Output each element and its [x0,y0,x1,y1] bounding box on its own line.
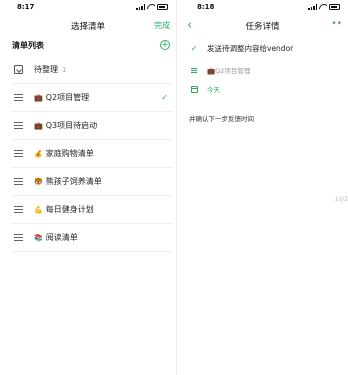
list-item[interactable]: 📚 阅读清单 [12,224,172,252]
signal-icon [136,4,145,10]
back-chevron-icon[interactable]: ‹ [187,19,192,32]
money-bag-icon: 💰 [34,149,43,158]
books-icon: 📚 [34,233,43,242]
inbox-icon [14,65,23,74]
nav-bar: 任务详情 [177,16,348,36]
tiger-face-icon: 🐯 [34,177,43,186]
list-item[interactable]: 💼 Q3项目待启动 [12,112,172,140]
briefcase-icon: 💼 [34,93,43,102]
task-title[interactable]: 发送待调整内容给vendor [207,43,293,54]
status-time: 8:18 [197,3,215,11]
system-icons [136,4,168,10]
task-title-row[interactable]: ✓ 发送待调整内容给vendor [189,43,342,54]
status-time: 8:17 [17,3,35,11]
signal-icon [308,4,317,10]
list-item-label: 阅读清单 [45,233,78,242]
list-chooser-screen: 8:17 选择清单 完成 清单列表 + 待整理 1 💼 Q2项目管理 ✓ 💼 Q… [0,0,176,375]
section-header: 清单列表 [12,41,44,50]
list-item-label: 家庭购物清单 [45,149,94,158]
task-list-row[interactable]: 💼Q2项目管理 [189,65,342,75]
menu-icon [14,94,23,101]
menu-icon [14,122,23,129]
nav-bar: 选择清单 完成 [0,16,176,36]
notes-char-count: 10/2 [334,196,348,203]
wifi-icon [147,4,155,10]
task-check-icon[interactable]: ✓ [191,44,198,53]
add-list-button[interactable]: + [160,40,170,50]
calendar-icon [190,85,198,93]
list-item-label: Q2项目管理 [45,93,90,102]
briefcase-icon: 💼 [34,121,43,130]
plus-icon: + [161,40,169,50]
list-item-inbox[interactable]: 待整理 1 [12,56,172,84]
list-item[interactable]: 💰 家庭购物清单 [12,140,172,168]
list-item-label: Q3项目待启动 [45,121,98,130]
list-item[interactable]: 💼 Q2项目管理 ✓ [12,84,172,112]
list-item-label: 每日健身计划 [45,205,94,214]
task-date-row[interactable]: 今天 [189,84,342,94]
list-icon [191,67,197,73]
status-bar: 8:17 [0,0,176,16]
battery-icon [329,4,340,10]
system-icons [308,4,340,10]
check-icon: ✓ [161,93,168,102]
task-detail-screen: 8:18 任务详情 ‹ •• ✓ 发送待调整内容给vendor 💼Q2项目管理 … [176,0,348,375]
flexed-arm-icon: 💪 [34,205,43,214]
menu-icon [14,234,23,241]
menu-icon [14,178,23,185]
list-item[interactable]: 🐯 熊孩子饲养清单 [12,168,172,196]
list-item-count: 1 [62,65,67,74]
menu-icon [14,206,23,213]
wifi-icon [319,4,327,10]
list-item-label: 待整理 [34,65,58,74]
list-item-label: 熊孩子饲养清单 [45,177,102,186]
task-notes[interactable]: 并确认下一步反馈时间 [189,113,254,123]
battery-icon [157,4,168,10]
more-options-icon[interactable]: •• [331,19,342,29]
page-title: 选择清单 [70,22,105,32]
list-item[interactable]: 💪 每日健身计划 [12,196,172,224]
task-due-date: 今天 [207,86,220,94]
done-button[interactable]: 完成 [154,20,170,31]
status-bar: 8:18 [177,0,348,16]
task-list-name: 💼Q2项目管理 [207,67,251,75]
page-title: 任务详情 [245,22,280,32]
menu-icon [14,150,23,157]
